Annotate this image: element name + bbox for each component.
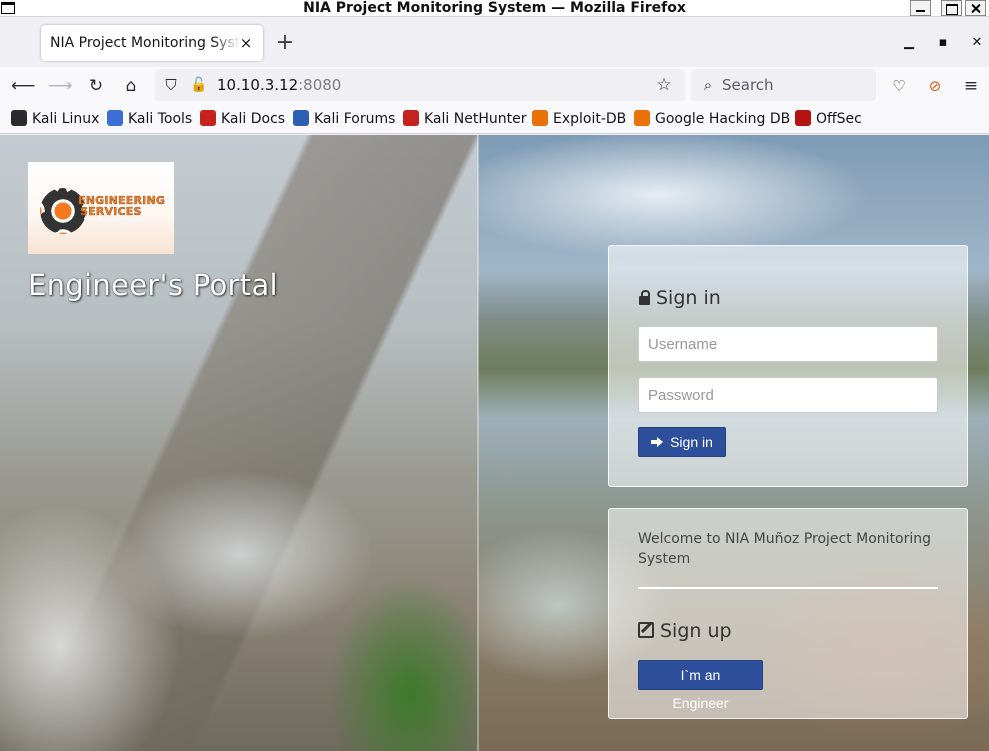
- title-bar: NIA Project Monitoring System — Mozilla …: [0, 0, 989, 17]
- shield-icon[interactable]: ⛉: [159, 73, 183, 97]
- bookmark-label: Kali NetHunter: [424, 111, 527, 127]
- kali-tools-icon: [107, 110, 123, 126]
- sign-up-panel: Welcome to NIA Muñoz Project Monitoring …: [608, 508, 968, 719]
- bookmark-kali-nethunter[interactable]: Kali NetHunter: [403, 108, 526, 130]
- engineer-signup-button[interactable]: I`m an Engineer: [638, 660, 763, 711]
- bookmarks-toolbar: Kali Linux Kali Tools Kali Docs Kali For…: [0, 104, 989, 134]
- url-host: 10.10.3.12: [217, 76, 299, 94]
- bookmark-label: Google Hacking DB: [655, 111, 791, 127]
- bookmark-star-icon[interactable]: ☆: [652, 73, 676, 97]
- divider: [638, 587, 938, 589]
- close-window-button[interactable]: [965, 0, 986, 16]
- bookmark-label: Kali Linux: [32, 111, 100, 127]
- logo-text-line2: SERVICES: [80, 205, 142, 218]
- tab-strip: NIA Project Monitoring System × + ▁ ▪ ✕: [0, 17, 989, 67]
- edit-icon: [638, 622, 654, 638]
- page-content: ENGINEERING SERVICES Engineer's Portal S…: [0, 135, 989, 751]
- maximize-window-button[interactable]: [941, 0, 962, 16]
- sign-in-button[interactable]: Sign in: [638, 427, 726, 457]
- password-input[interactable]: [638, 377, 938, 413]
- url-port: :8080: [298, 76, 342, 94]
- sign-in-button-label: Sign in: [670, 434, 713, 450]
- home-icon[interactable]: ⌂: [119, 74, 143, 98]
- back-arrow-icon[interactable]: ⟵: [11, 74, 35, 98]
- kali-linux-icon: [11, 110, 27, 126]
- navigation-toolbar: ⟵ ⟶ ↻ ⌂ ⛉ 🔓 10.10.3.12:8080 ☆ ⌕ Search ♡…: [0, 67, 989, 104]
- sign-in-panel: Sign in Sign in: [608, 245, 968, 487]
- page-title: Engineer's Portal: [28, 268, 278, 302]
- engineering-services-logo: ENGINEERING SERVICES: [28, 162, 174, 254]
- bookmark-label: Kali Docs: [221, 111, 286, 127]
- kali-forums-icon: [293, 110, 309, 126]
- lock-icon: [638, 290, 650, 305]
- sign-in-heading: Sign in: [638, 287, 721, 309]
- menu-icon[interactable]: ≡: [959, 74, 983, 98]
- bookmark-label: Kali Tools: [128, 111, 193, 127]
- url-bar[interactable]: ⛉ 🔓 10.10.3.12:8080 ☆: [155, 69, 685, 101]
- browser-window: NIA Project Monitoring System — Mozilla …: [0, 0, 989, 751]
- background-divider: [477, 135, 479, 751]
- tab-close-icon[interactable]: ×: [239, 34, 253, 52]
- search-icon: ⌕: [703, 76, 713, 94]
- bookmark-offsec[interactable]: OffSec: [795, 108, 862, 130]
- window-title: NIA Project Monitoring System — Mozilla …: [303, 0, 686, 16]
- offsec-icon: [795, 110, 811, 126]
- bookmark-exploit-db[interactable]: Exploit-DB: [532, 108, 626, 130]
- search-placeholder: Search: [722, 76, 774, 94]
- bookmark-kali-docs[interactable]: Kali Docs: [200, 108, 285, 130]
- reload-icon[interactable]: ↻: [84, 74, 108, 98]
- sign-in-heading-text: Sign in: [656, 287, 721, 309]
- extension-icon[interactable]: ⊘: [923, 74, 947, 98]
- search-box[interactable]: ⌕ Search: [691, 69, 876, 101]
- pocket-icon[interactable]: ♡: [887, 74, 911, 98]
- forward-arrow-icon[interactable]: ⟶: [48, 74, 72, 98]
- maximize-icon[interactable]: ▪: [933, 31, 953, 55]
- username-input[interactable]: [638, 326, 938, 362]
- new-tab-button[interactable]: +: [275, 31, 295, 55]
- url-text[interactable]: 10.10.3.12:8080: [217, 69, 341, 101]
- google-hacking-db-icon: [634, 110, 650, 126]
- insecure-lock-icon[interactable]: 🔓: [187, 73, 211, 97]
- browser-tab[interactable]: NIA Project Monitoring System ×: [41, 25, 263, 61]
- sign-up-heading: Sign up: [638, 620, 732, 642]
- bookmark-google-hacking-db[interactable]: Google Hacking DB: [634, 108, 790, 130]
- bookmark-label: OffSec: [816, 111, 862, 127]
- welcome-text: Welcome to NIA Muñoz Project Monitoring …: [638, 531, 932, 567]
- minimize-icon[interactable]: ▁: [899, 31, 919, 55]
- sign-in-icon: [651, 435, 665, 449]
- sign-up-heading-text: Sign up: [660, 620, 732, 642]
- close-icon[interactable]: ✕: [967, 31, 987, 55]
- bookmark-kali-forums[interactable]: Kali Forums: [293, 108, 395, 130]
- bookmark-label: Exploit-DB: [553, 111, 627, 127]
- bookmark-label: Kali Forums: [314, 111, 396, 127]
- bookmark-kali-tools[interactable]: Kali Tools: [107, 108, 192, 130]
- bookmark-kali-linux[interactable]: Kali Linux: [11, 108, 99, 130]
- minimize-window-button[interactable]: [910, 0, 931, 16]
- kali-nethunter-icon: [403, 110, 419, 126]
- kali-docs-icon: [200, 110, 216, 126]
- tab-title: NIA Project Monitoring System: [50, 25, 240, 61]
- exploit-db-icon: [532, 110, 548, 126]
